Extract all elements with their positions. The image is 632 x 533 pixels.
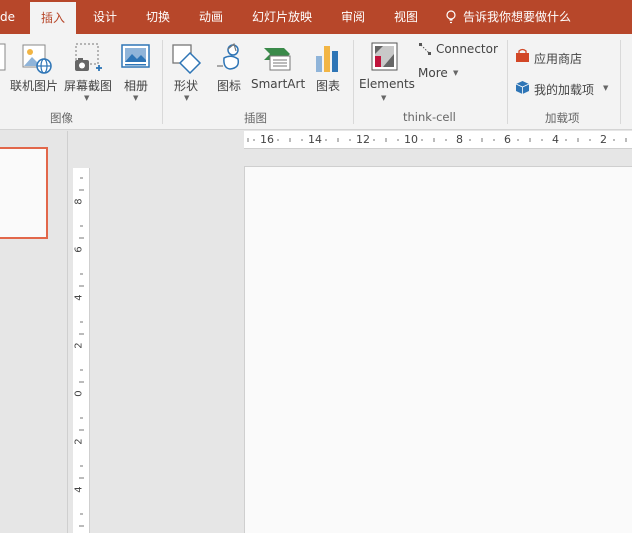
shapes-label: 形状 [174,79,199,93]
chevron-down-icon: ▼ [133,94,139,102]
tab-insert[interactable]: 插入 [30,2,77,34]
tab-review[interactable]: 审阅 [341,0,365,34]
ruler-number: 2 [73,438,85,445]
slide-thumbnail-pane[interactable] [0,131,68,533]
chevron-down-icon: ▼ [184,94,190,102]
ruler-number: 4 [73,486,85,493]
tab-home-partial[interactable]: de [0,0,15,34]
online-pictures-icon [22,44,52,74]
thinkcell-group-label: think-cell [403,110,456,124]
elements-icon [371,42,398,71]
group-separator [620,40,621,124]
photo-album-icon [121,44,150,68]
ruler-number: 10 [404,133,418,146]
images-group-label: 图像 [50,111,73,125]
ruler-ticks [79,177,84,527]
chart-label: 图表 [316,79,341,93]
ruler-number: 2 [73,342,85,349]
smartart-label: SmartArt [251,77,306,91]
horizontal-ruler[interactable]: 16 14 12 10 8 6 4 2 [244,131,632,149]
tab-transitions[interactable]: 切换 [146,0,170,34]
smartart-icon [264,48,291,71]
tell-me-search[interactable]: 告诉我你想要做什么 [463,0,571,34]
shapes-icon [172,44,202,74]
ruler-number: 14 [308,133,322,146]
ruler-number: 8 [456,133,463,146]
chart-icon [316,46,338,72]
ruler-number: 6 [73,246,85,253]
slide-thumbnail[interactable] [0,147,48,239]
ruler-number: 4 [552,133,559,146]
tab-view[interactable]: 视图 [394,0,418,34]
picture-icon-partial [0,43,6,71]
ruler-number: 16 [260,133,274,146]
group-separator [507,40,508,124]
slide-canvas[interactable] [244,166,632,533]
ribbon-tab-bar: de 插入 设计 切换 动画 幻灯片放映 审阅 视图 告诉我你想要做什么 [0,0,632,34]
group-separator [162,40,163,124]
chevron-down-icon: ▼ [381,94,387,102]
ruler-number: 4 [73,294,85,301]
tab-animations[interactable]: 动画 [199,0,223,34]
vertical-ruler[interactable]: 8 6 4 2 0 2 4 [73,168,90,533]
ruler-ticks [247,138,627,142]
ruler-number: 8 [73,198,85,205]
online-pictures-label: 联机图片 [10,79,59,93]
chevron-down-icon: ▼ [453,69,459,77]
ruler-number: 6 [504,133,511,146]
ruler-number: 12 [356,133,370,146]
screenshot-label: 屏幕截图 [64,79,113,93]
lightbulb-icon [446,10,456,24]
ribbon-panel: 联机图片 屏幕截图 ▼ 相册 ▼ 图像 形状 ▼ 图标 SmartArt 图表 … [0,34,632,130]
icons-icon [217,42,240,70]
photo-album-label: 相册 [124,79,149,93]
chevron-down-icon: ▼ [84,94,90,102]
ruler-number: 2 [600,133,607,146]
screenshot-icon [75,43,102,71]
addins-group-label: 加载项 [545,111,580,125]
elements-label: Elements [359,77,415,91]
my-addins-label: 我的加载项 [534,83,595,97]
my-addins-icon [515,81,530,94]
more-label: More [418,66,448,80]
connector-label: Connector [436,42,498,56]
ruler-number: 0 [73,390,85,397]
illustrations-group-label: 插图 [244,111,267,125]
store-label: 应用商店 [534,52,583,66]
group-separator [353,40,354,124]
store-icon [516,48,529,62]
icons-label: 图标 [217,79,242,93]
tab-design[interactable]: 设计 [93,0,117,34]
chevron-down-icon: ▼ [603,84,609,92]
tab-slideshow[interactable]: 幻灯片放映 [252,0,312,34]
connector-icon [419,43,431,55]
